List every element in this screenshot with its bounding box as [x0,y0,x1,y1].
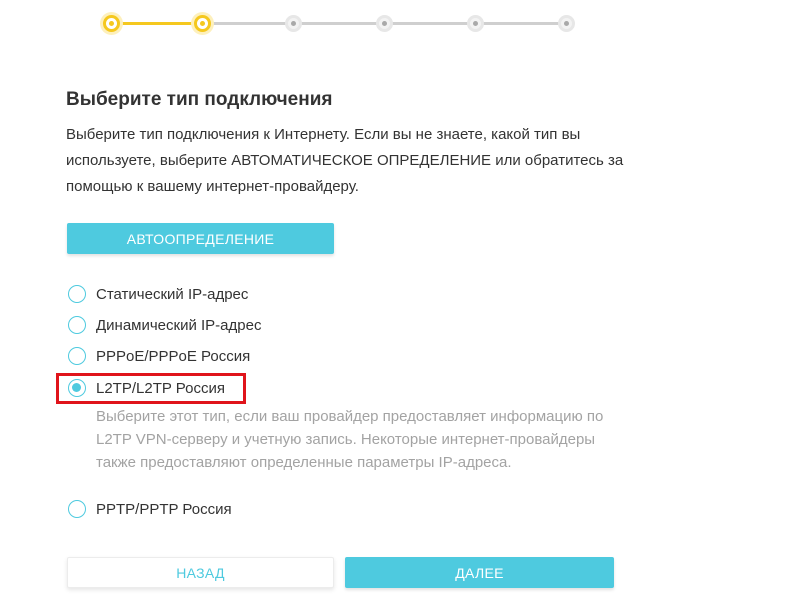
connection-option-dynamic-ip[interactable]: Динамический IP-адрес [68,316,261,334]
step-3-indicator [285,15,302,32]
connection-option-l2tp[interactable]: L2TP/L2TP Россия [68,379,225,397]
page-title: Выберите тип подключения [66,89,333,110]
radio-pptp[interactable] [68,500,86,518]
option-label: PPTP/PPTP Россия [96,500,232,518]
step-1-indicator [103,15,120,32]
next-button[interactable]: ДАЛЕЕ [345,557,614,588]
option-label: PPPoE/PPPoE Россия [96,347,251,365]
radio-pppoe[interactable] [68,347,86,365]
connection-option-pppoe[interactable]: PPPoE/PPPoE Россия [68,347,250,365]
radio-l2tp[interactable] [68,379,86,397]
back-button[interactable]: НАЗАД [67,557,334,588]
step-6-indicator [558,15,575,32]
radio-dynamic-ip[interactable] [68,316,86,334]
option-label: Динамический IP-адрес [96,316,262,334]
option-label: L2TP/L2TP Россия [96,379,225,397]
setup-progress-stepper [0,10,800,38]
step-4-indicator [376,15,393,32]
radio-static-ip[interactable] [68,285,86,303]
connection-option-pptp[interactable]: PPTP/PPTP Россия [68,500,232,518]
step-5-indicator [467,15,484,32]
step-2-indicator [194,15,211,32]
progress-line-completed [111,22,202,25]
page-description: Выберите тип подключения к Интернету. Ес… [66,126,624,195]
connection-option-static-ip[interactable]: Статический IP-адрес [68,285,248,303]
auto-detect-button[interactable]: АВТООПРЕДЕЛЕНИЕ [67,223,334,254]
l2tp-description: Выберите этот тип, если ваш провайдер пр… [96,408,604,471]
option-label: Статический IP-адрес [96,285,249,303]
